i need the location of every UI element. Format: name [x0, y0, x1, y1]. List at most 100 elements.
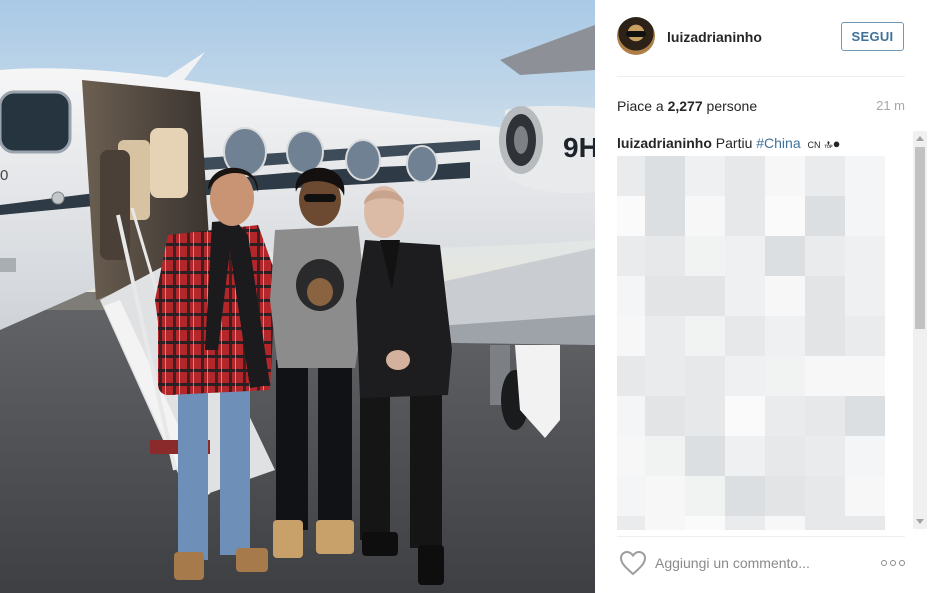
- pixel-block: [845, 436, 885, 476]
- pixelated-comments: [617, 156, 885, 530]
- likes-prefix: Piace a: [617, 98, 664, 114]
- pixel-block: [685, 516, 725, 530]
- pixel-block: [645, 316, 685, 356]
- post-caption: luizadrianinho Partiu #China CN 🔝︎●: [617, 135, 841, 152]
- pixel-block: [765, 356, 805, 396]
- pixel-block: [645, 516, 685, 530]
- pixel-block: [645, 356, 685, 396]
- plane-model-text: 0: [0, 167, 8, 184]
- pixel-block: [685, 396, 725, 436]
- scroll-down-arrow-icon[interactable]: [916, 519, 924, 524]
- scroll-thumb[interactable]: [915, 147, 925, 329]
- pixel-block: [685, 156, 725, 196]
- pixel-block: [725, 156, 765, 196]
- post-side-panel: luizadrianinho SEGUI Piace a 2,277 perso…: [595, 0, 929, 593]
- pixel-block: [845, 156, 885, 196]
- pixel-block: [765, 436, 805, 476]
- bomb-icon: ●: [832, 136, 841, 151]
- pixel-block: [805, 516, 845, 530]
- pixel-block: [725, 476, 765, 516]
- follow-button[interactable]: SEGUI: [841, 22, 904, 51]
- comments-area: luizadrianinho Partiu #China CN 🔝︎●: [617, 126, 907, 530]
- pixel-block: [805, 276, 845, 316]
- pixel-block: [805, 156, 845, 196]
- pixel-block: [765, 276, 805, 316]
- footer-divider: [617, 536, 905, 537]
- pixel-block: [617, 276, 645, 316]
- pixel-block: [685, 476, 725, 516]
- pixel-block: [725, 196, 765, 236]
- pixel-block: [645, 236, 685, 276]
- pixel-block: [805, 476, 845, 516]
- pixel-block: [805, 396, 845, 436]
- header-divider: [617, 76, 905, 77]
- pixel-block: [805, 316, 845, 356]
- post-username[interactable]: luizadrianinho: [667, 29, 762, 45]
- likes-count[interactable]: Piace a 2,277 persone: [617, 98, 757, 114]
- pixel-block: [685, 276, 725, 316]
- pixel-block: [725, 276, 765, 316]
- pixel-block: [805, 436, 845, 476]
- pixel-block: [617, 356, 645, 396]
- likes-number: 2,277: [667, 98, 703, 114]
- pixel-block: [725, 316, 765, 356]
- pixel-block: [645, 156, 685, 196]
- plane-registration: 9H: [563, 132, 595, 163]
- pixel-block: [617, 476, 645, 516]
- pixel-block: [845, 396, 885, 436]
- comments-scrollbar[interactable]: [913, 131, 927, 529]
- pixel-block: [617, 316, 645, 356]
- pixel-block: [845, 516, 885, 530]
- pixel-block: [845, 356, 885, 396]
- pixel-block: [765, 316, 805, 356]
- pixel-block: [645, 436, 685, 476]
- pixel-block: [845, 196, 885, 236]
- pixel-block: [645, 396, 685, 436]
- pixel-block: [645, 276, 685, 316]
- likes-suffix: persone: [706, 98, 758, 114]
- comment-input[interactable]: [655, 553, 865, 573]
- pixel-block: [845, 476, 885, 516]
- caption-username[interactable]: luizadrianinho: [617, 135, 712, 151]
- pixel-block: [805, 356, 845, 396]
- pixel-block: [725, 436, 765, 476]
- caption-hashtag[interactable]: #China: [756, 135, 800, 151]
- pixel-block: [845, 236, 885, 276]
- pixel-block: [617, 156, 645, 196]
- pixel-block: [845, 276, 885, 316]
- avatar[interactable]: [617, 17, 655, 55]
- pixel-block: [645, 476, 685, 516]
- more-options-icon[interactable]: [881, 555, 907, 569]
- post-photo: 9H 0: [0, 0, 595, 593]
- pixel-block: [685, 436, 725, 476]
- pixel-block: [725, 236, 765, 276]
- caption-text: Partiu: [715, 135, 753, 151]
- pixel-block: [617, 236, 645, 276]
- pixel-block: [685, 236, 725, 276]
- pixel-block: [725, 356, 765, 396]
- pixel-block: [805, 196, 845, 236]
- flag-emoji: CN: [807, 140, 821, 150]
- pixel-block: [725, 516, 765, 530]
- top-arrow-icon: 🔝︎: [824, 137, 833, 151]
- pixel-block: [765, 516, 805, 530]
- pixel-block: [765, 396, 805, 436]
- pixel-block: [805, 236, 845, 276]
- pixel-block: [725, 396, 765, 436]
- pixel-block: [685, 196, 725, 236]
- pixel-block: [617, 436, 645, 476]
- pixel-block: [765, 476, 805, 516]
- pixel-block: [645, 196, 685, 236]
- pixel-block: [617, 396, 645, 436]
- pixel-block: [765, 156, 805, 196]
- pixel-block: [765, 196, 805, 236]
- post-timestamp[interactable]: 21 m: [876, 98, 905, 113]
- avatar-sunglasses: [626, 31, 646, 37]
- pixel-block: [617, 196, 645, 236]
- scroll-up-arrow-icon[interactable]: [916, 136, 924, 141]
- pixel-block: [765, 236, 805, 276]
- heart-outline-icon[interactable]: [619, 550, 647, 576]
- pixel-block: [685, 316, 725, 356]
- pixel-block: [685, 356, 725, 396]
- pixel-block: [845, 316, 885, 356]
